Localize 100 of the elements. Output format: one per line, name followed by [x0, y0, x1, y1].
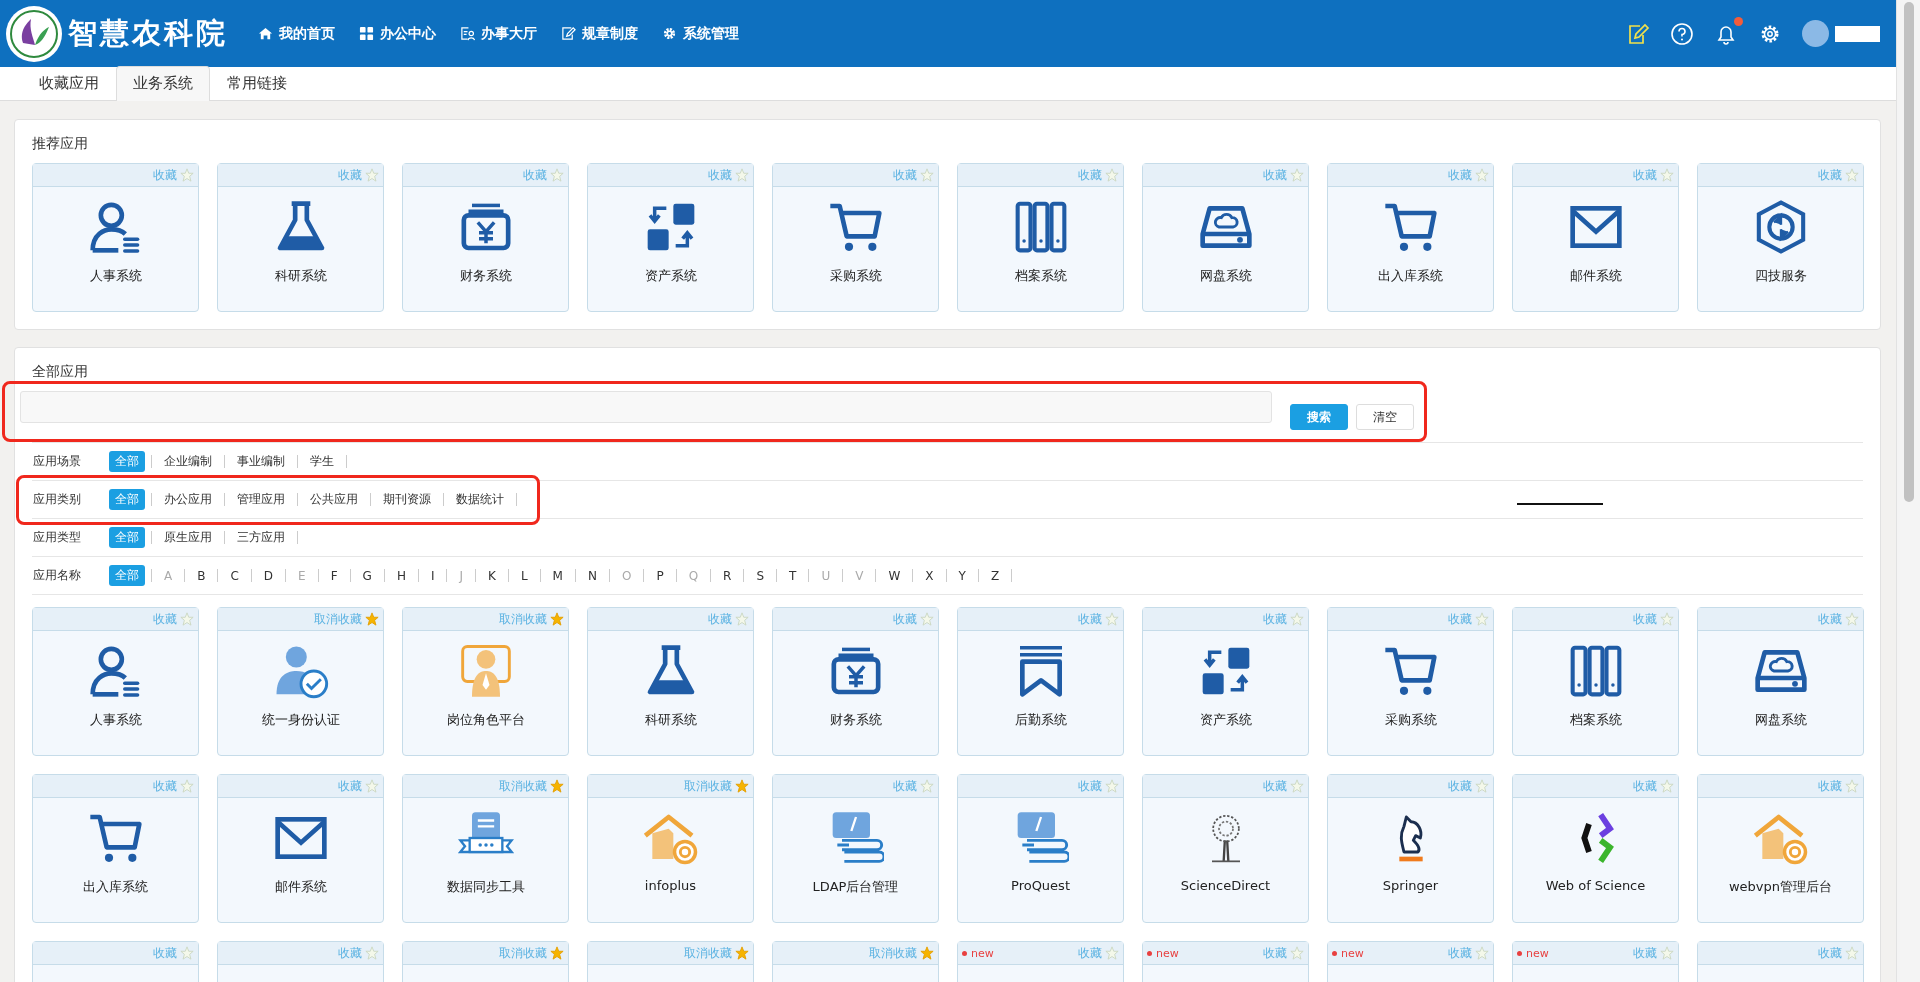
filter-option[interactable]: X: [919, 566, 940, 585]
clear-button[interactable]: 清空: [1356, 404, 1414, 430]
filter-option[interactable]: 办公应用: [158, 489, 218, 510]
nav-link[interactable]: 规章制度: [561, 20, 638, 47]
star-icon[interactable]: [920, 946, 934, 960]
star-icon[interactable]: [920, 168, 934, 182]
star-icon[interactable]: [1845, 168, 1859, 182]
star-icon[interactable]: [1660, 168, 1674, 182]
filter-option[interactable]: P: [650, 566, 670, 585]
nav-link[interactable]: 我的首页: [258, 20, 335, 47]
star-icon[interactable]: [365, 779, 379, 793]
filter-option[interactable]: 企业编制: [158, 451, 218, 472]
star-icon[interactable]: [1845, 946, 1859, 960]
app-tile[interactable]: 收藏 Web of Science: [1512, 774, 1679, 923]
star-icon[interactable]: [1660, 779, 1674, 793]
star-icon[interactable]: [365, 168, 379, 182]
help-icon[interactable]: [1670, 21, 1694, 46]
tab[interactable]: 常用链接: [210, 66, 304, 100]
tab[interactable]: 业务系统: [116, 66, 210, 101]
filter-option[interactable]: N: [581, 566, 603, 585]
star-icon[interactable]: [920, 779, 934, 793]
app-tile[interactable]: 收藏 Springer: [1327, 774, 1494, 923]
app-tile[interactable]: 收藏 后勤系统: [957, 607, 1124, 756]
filter-option[interactable]: 数据统计: [450, 489, 510, 510]
filter-option[interactable]: G: [356, 566, 378, 585]
star-icon[interactable]: [1105, 168, 1119, 182]
filter-option[interactable]: 学生: [304, 451, 340, 472]
filter-option[interactable]: F: [324, 566, 344, 585]
app-tile[interactable]: 收藏 出入库系统: [1327, 163, 1494, 312]
star-icon[interactable]: [550, 946, 564, 960]
star-icon[interactable]: [180, 779, 194, 793]
app-tile[interactable]: 收藏 资产系统: [587, 163, 754, 312]
avatar[interactable]: [1802, 20, 1829, 47]
app-tile[interactable]: 收藏 LDAP后台管理: [772, 774, 939, 923]
star-icon[interactable]: [365, 946, 379, 960]
filter-option[interactable]: 管理应用: [231, 489, 291, 510]
search-button[interactable]: 搜索: [1290, 404, 1348, 430]
star-icon[interactable]: [1290, 168, 1304, 182]
app-tile[interactable]: 收藏 科研系统: [587, 607, 754, 756]
filter-option[interactable]: 公共应用: [304, 489, 364, 510]
star-icon[interactable]: [1845, 779, 1859, 793]
filter-option[interactable]: L: [514, 566, 534, 585]
app-tile[interactable]: 收藏 网盘系统: [1142, 163, 1309, 312]
app-tile[interactable]: 收藏 资产系统: [1142, 607, 1309, 756]
app-tile[interactable]: 收藏 档案系统: [1512, 607, 1679, 756]
star-icon[interactable]: [920, 612, 934, 626]
nav-link[interactable]: 系统管理: [662, 20, 739, 47]
star-icon[interactable]: [1105, 779, 1119, 793]
filter-option[interactable]: R: [717, 566, 738, 585]
star-icon[interactable]: [180, 612, 194, 626]
app-tile[interactable]: 收藏 四技服务: [1697, 163, 1864, 312]
nav-link[interactable]: 办公中心: [359, 20, 436, 47]
app-tile[interactable]: 收藏 科研系统: [217, 163, 384, 312]
star-icon[interactable]: [180, 946, 194, 960]
star-icon[interactable]: [365, 612, 379, 626]
app-tile[interactable]: 收藏 财务系统: [772, 607, 939, 756]
filter-option[interactable]: Y: [952, 566, 972, 585]
app-tile[interactable]: 收藏 ScienceDirect: [1142, 774, 1309, 923]
app-tile[interactable]: 收藏 人事系统: [32, 607, 199, 756]
edit-note-icon[interactable]: [1626, 21, 1650, 46]
filter-option[interactable]: B: [191, 566, 212, 585]
app-tile[interactable]: 收藏 采购系统: [1327, 607, 1494, 756]
filter-option[interactable]: D: [257, 566, 280, 585]
app-tile[interactable]: 收藏 出入库系统: [32, 774, 199, 923]
filter-option[interactable]: H: [390, 566, 412, 585]
search-field[interactable]: [20, 391, 1272, 423]
filter-option[interactable]: C: [224, 566, 245, 585]
app-tile[interactable]: 收藏 网盘系统: [1697, 607, 1864, 756]
app-tile[interactable]: new 收藏: [957, 941, 1124, 982]
filter-option[interactable]: 期刊资源: [377, 489, 437, 510]
star-icon[interactable]: [1660, 612, 1674, 626]
star-icon[interactable]: [1105, 612, 1119, 626]
filter-option[interactable]: 全部: [109, 527, 145, 548]
app-tile[interactable]: 收藏 人事系统: [32, 163, 199, 312]
app-tile[interactable]: 取消收藏 统一身份认证: [217, 607, 384, 756]
app-tile[interactable]: new 收藏: [1142, 941, 1309, 982]
filter-option[interactable]: 全部: [109, 489, 145, 510]
star-icon[interactable]: [550, 168, 564, 182]
star-icon[interactable]: [550, 612, 564, 626]
star-icon[interactable]: [1475, 612, 1489, 626]
filter-option[interactable]: T: [783, 566, 803, 585]
filter-option[interactable]: 原生应用: [158, 527, 218, 548]
app-tile[interactable]: new 收藏: [1512, 941, 1679, 982]
star-icon[interactable]: [735, 779, 749, 793]
star-icon[interactable]: [1845, 612, 1859, 626]
star-icon[interactable]: [1475, 946, 1489, 960]
filter-option[interactable]: S: [750, 566, 771, 585]
star-icon[interactable]: [735, 946, 749, 960]
app-tile[interactable]: 收藏 采购系统: [772, 163, 939, 312]
filter-option[interactable]: 三方应用: [231, 527, 291, 548]
star-icon[interactable]: [1475, 168, 1489, 182]
star-icon[interactable]: [1105, 946, 1119, 960]
app-tile[interactable]: 收藏 邮件系统: [1512, 163, 1679, 312]
filter-option[interactable]: I: [424, 566, 441, 585]
star-icon[interactable]: [1290, 946, 1304, 960]
filter-option[interactable]: 全部: [109, 565, 145, 586]
app-tile[interactable]: 收藏 ProQuest: [957, 774, 1124, 923]
star-icon[interactable]: [1290, 779, 1304, 793]
star-icon[interactable]: [1475, 779, 1489, 793]
app-tile[interactable]: 取消收藏 数据同步工具: [402, 774, 569, 923]
